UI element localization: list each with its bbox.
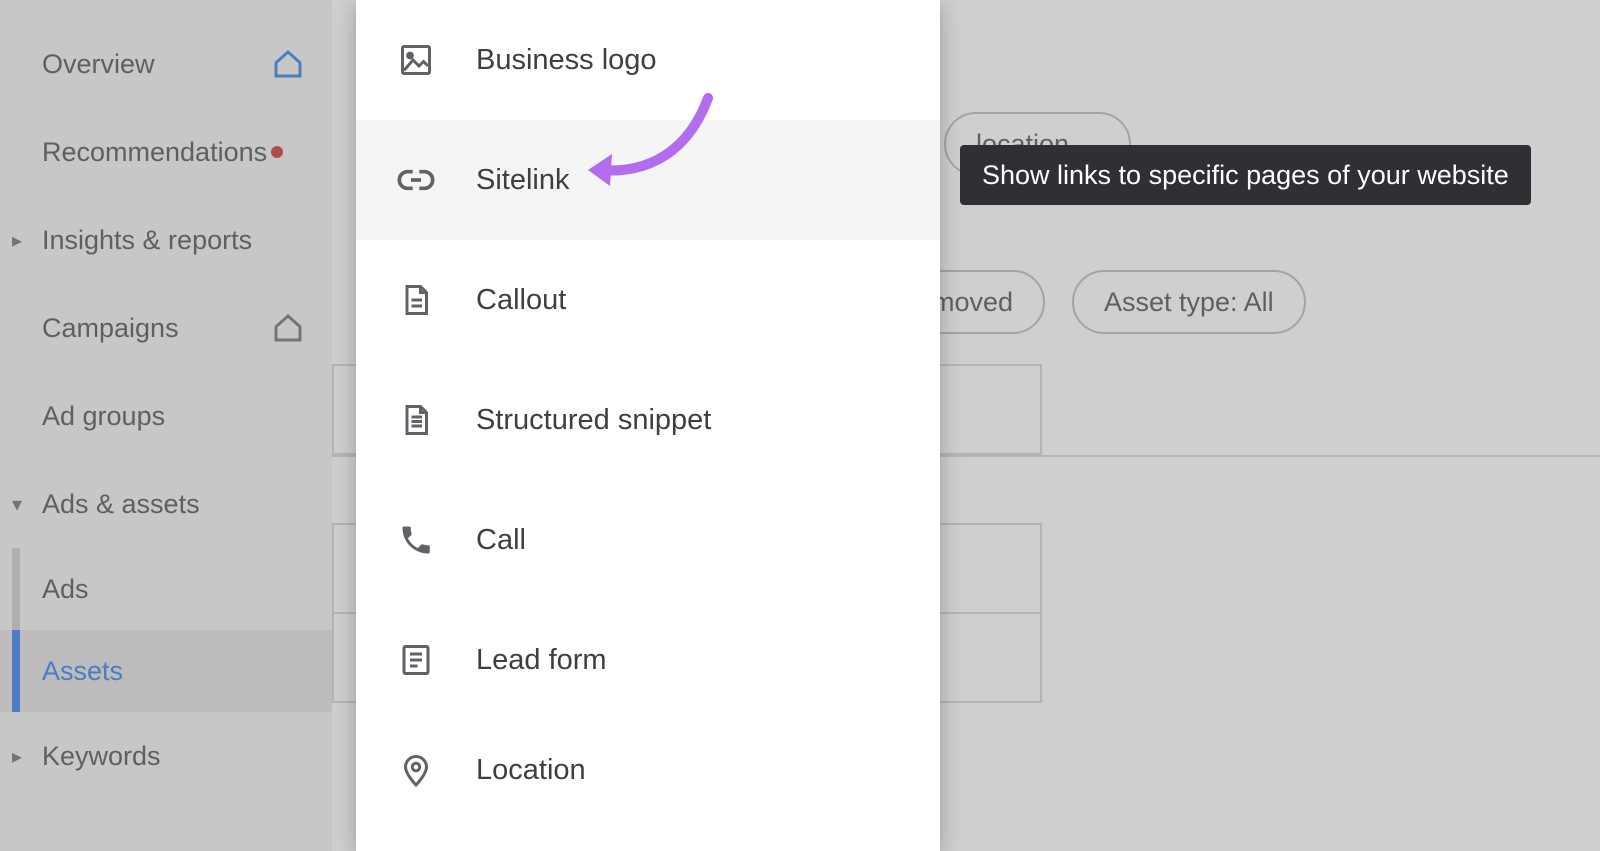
dropdown-item-structured-snippet[interactable]: Structured snippet <box>356 360 940 480</box>
document-callout-icon <box>396 280 436 320</box>
form-icon <box>396 640 436 680</box>
sitelink-tooltip: Show links to specific pages of your web… <box>960 145 1531 205</box>
sidebar-overlay-dim <box>0 0 332 851</box>
phone-icon <box>396 520 436 560</box>
dropdown-label: Structured snippet <box>476 404 711 437</box>
dropdown-label: Call <box>476 524 526 557</box>
link-icon <box>396 160 436 200</box>
app-root: Overview Recommendations ▸ Insights & re… <box>0 0 1600 851</box>
dropdown-item-location[interactable]: Location <box>356 720 940 820</box>
dropdown-label: Business logo <box>476 44 657 77</box>
dropdown-item-sitelink[interactable]: Sitelink <box>356 120 940 240</box>
dropdown-label: Location <box>476 754 586 787</box>
dropdown-item-call[interactable]: Call <box>356 480 940 600</box>
dropdown-item-business-logo[interactable]: Business logo <box>356 0 940 120</box>
dropdown-label: Sitelink <box>476 164 570 197</box>
dropdown-label: Lead form <box>476 644 607 677</box>
location-pin-icon <box>396 750 436 790</box>
image-icon <box>396 40 436 80</box>
dropdown-label: Callout <box>476 284 566 317</box>
tooltip-text: Show links to specific pages of your web… <box>982 160 1509 191</box>
asset-type-dropdown: Business logo Sitelink Callout Structure… <box>356 0 940 851</box>
document-lines-icon <box>396 400 436 440</box>
dropdown-item-lead-form[interactable]: Lead form <box>356 600 940 720</box>
dropdown-item-callout[interactable]: Callout <box>356 240 940 360</box>
